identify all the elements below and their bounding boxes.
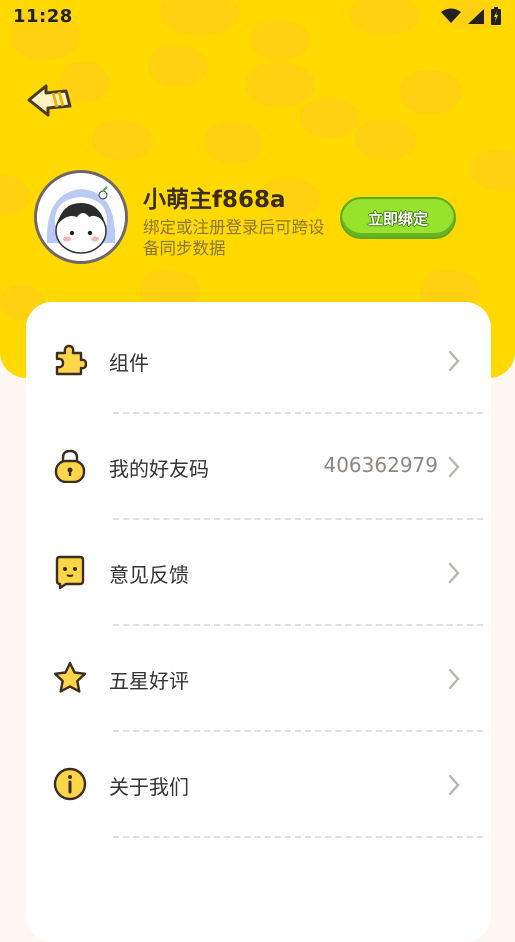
- divider: [113, 836, 483, 838]
- back-arrow-icon: [27, 84, 72, 117]
- chevron-right-icon: [448, 562, 460, 584]
- menu-label: 五星好评: [109, 669, 189, 693]
- feedback-icon: [55, 555, 85, 589]
- signal-icon: [468, 9, 484, 24]
- menu-label: 我的好友码: [109, 457, 209, 481]
- menu-item-feedback[interactable]: 意见反馈: [26, 520, 491, 626]
- chevron-right-icon: [448, 668, 460, 690]
- friend-code-value: 406362979: [323, 453, 438, 477]
- menu-item-rate-five-stars[interactable]: 五星好评: [26, 626, 491, 732]
- avatar-illustration: [37, 173, 125, 261]
- menu-item-about-us[interactable]: 关于我们: [26, 732, 491, 838]
- bind-hint-text: 绑定或注册登录后可跨设备同步数据: [143, 218, 325, 258]
- wifi-icon: [441, 8, 461, 23]
- battery-icon: [491, 7, 501, 25]
- chevron-right-icon: [448, 774, 460, 796]
- bind-now-button[interactable]: 立即绑定: [340, 197, 456, 239]
- menu-item-widgets[interactable]: 组件: [26, 308, 491, 414]
- menu-item-friend-code[interactable]: 我的好友码 406362979: [26, 414, 491, 520]
- status-time: 11:28: [13, 5, 73, 27]
- lock-icon: [54, 449, 86, 483]
- star-icon: [53, 661, 87, 693]
- back-button[interactable]: [26, 78, 74, 122]
- status-bar: 11:28: [0, 0, 515, 32]
- puzzle-icon: [55, 344, 87, 376]
- menu-label: 关于我们: [109, 775, 189, 799]
- menu-label: 组件: [109, 351, 149, 375]
- username: 小萌主f868a: [143, 187, 286, 213]
- chevron-right-icon: [448, 350, 460, 372]
- info-icon: [53, 767, 87, 801]
- chevron-right-icon: [448, 456, 460, 478]
- avatar[interactable]: [34, 170, 128, 264]
- menu-label: 意见反馈: [109, 563, 189, 587]
- status-icons: [441, 7, 501, 25]
